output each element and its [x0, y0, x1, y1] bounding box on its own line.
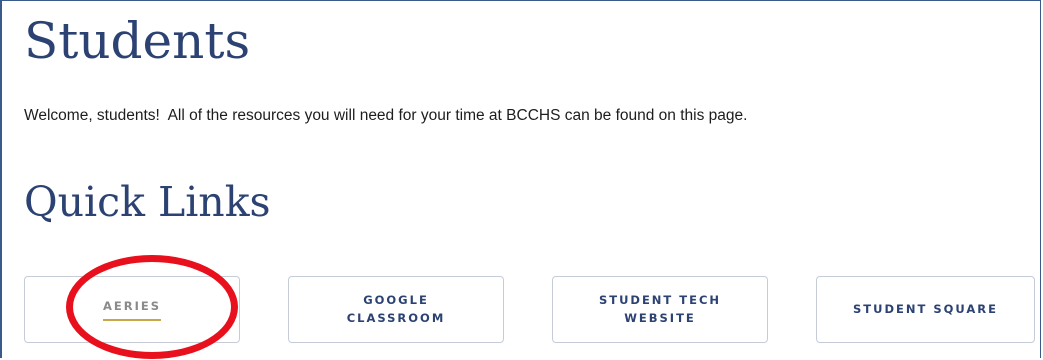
quick-link-student-square[interactable]: STUDENT SQUARE — [816, 276, 1035, 343]
quick-link-label: STUDENT TECH WEBSITE — [598, 292, 722, 325]
quick-link-label: AERIES — [102, 298, 162, 322]
welcome-text: Welcome, students! All of the resources … — [24, 107, 748, 124]
quick-link-student-tech-website[interactable]: STUDENT TECH WEBSITE — [552, 276, 768, 343]
quick-link-google-classroom[interactable]: GOOGLE CLASSROOM — [288, 276, 504, 343]
quick-link-aeries[interactable]: AERIES — [24, 276, 240, 343]
quick-link-label: STUDENT SQUARE — [853, 301, 998, 316]
quick-link-label: GOOGLE CLASSROOM — [346, 292, 446, 325]
page-title: Students — [24, 12, 251, 70]
quick-links-heading: Quick Links — [24, 178, 271, 226]
